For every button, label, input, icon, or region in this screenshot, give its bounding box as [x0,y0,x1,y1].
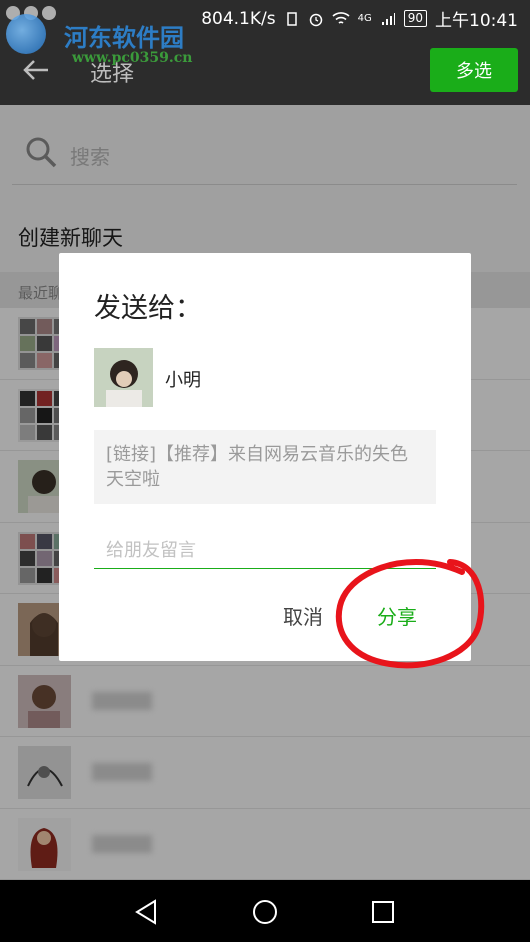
recipient-avatar [94,348,153,407]
nav-recents-icon[interactable] [369,898,397,926]
vibrate-icon [286,11,297,26]
signal-icon [381,12,395,25]
link-preview: [链接]【推荐】来自网易云音乐的失色天空啦 [94,430,436,504]
back-arrow-icon[interactable] [22,58,50,82]
network-type: 4G [357,13,372,24]
cancel-button[interactable]: 取消 [283,601,323,630]
page-title: 选择 [90,62,135,87]
battery-level: 90 [403,10,427,27]
annotation-circle [335,558,485,669]
status-indicators: 804.1K/s 4G 90 上午10:41 [201,6,518,32]
title-bar: 804.1K/s 4G 90 上午10:41 河东软件园 www.pc0359.… [0,0,530,105]
watermark-title: 河东软件园 [64,23,184,52]
watermark-logo-icon [6,14,46,54]
navigation-bar [0,880,530,942]
dialog-title: 发送给： [94,293,202,324]
multi-select-button[interactable]: 多选 [430,48,518,92]
clock: 上午10:41 [435,11,518,31]
wifi-icon [332,11,350,24]
recipient-name: 小明 [165,370,201,391]
nav-back-icon[interactable] [133,898,161,926]
alarm-icon [309,13,322,26]
nav-home-icon[interactable] [251,898,279,926]
link-preview-text: [链接]【推荐】来自网易云音乐的失色天空啦 [106,444,409,490]
network-speed: 804.1K/s [201,8,276,29]
